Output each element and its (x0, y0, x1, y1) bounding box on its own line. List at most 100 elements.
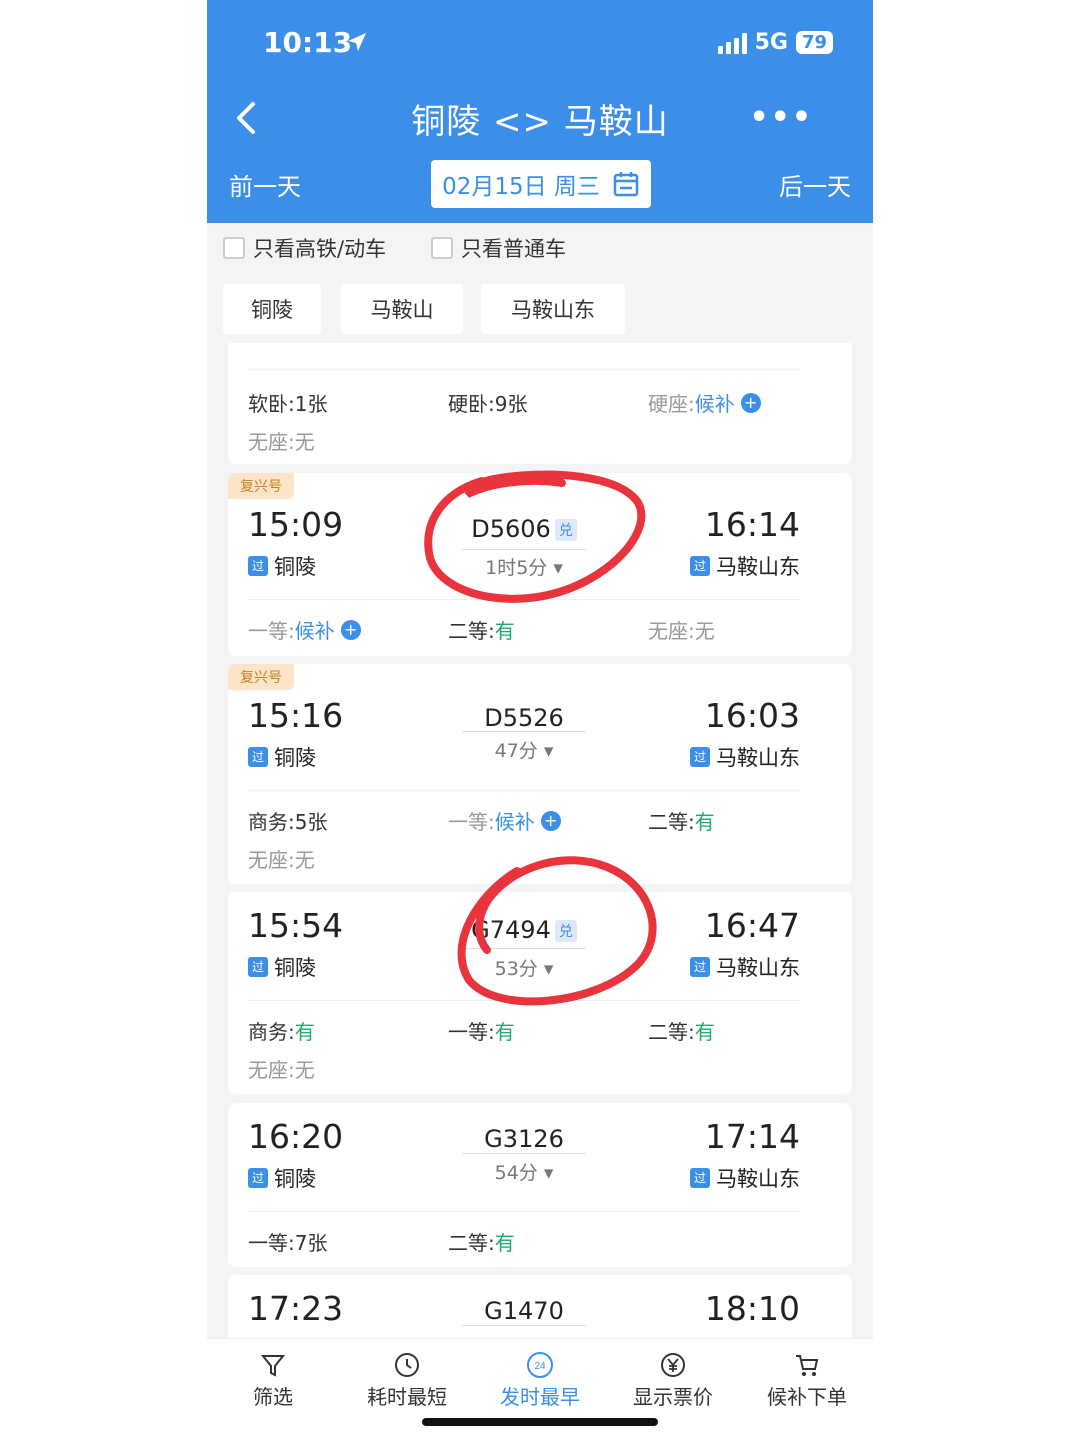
seat-second-class: 二等: 有 (648, 810, 715, 834)
seat-soft-sleeper: 软卧: 1张 (248, 392, 328, 416)
pass-badge: 过 (690, 957, 710, 977)
checkbox-label: 只看普通车 (461, 237, 566, 261)
seat-hard-sleeper: 硬卧: 9张 (448, 392, 528, 416)
battery-icon: 79 (795, 31, 833, 54)
calendar-icon (613, 172, 639, 197)
tab-shortest[interactable]: 耗时最短 (347, 1351, 467, 1410)
arrival-time: 16:14 (704, 505, 800, 544)
train-line (462, 731, 586, 732)
train-card[interactable]: 复兴号 15:09 过铜陵 D5606 兑 1时5分 ▾ 16:14 过马鞍山东 … (228, 473, 852, 656)
normal-only-checkbox[interactable]: 只看普通车 (431, 233, 566, 263)
departure-time: 17:23 (248, 1289, 344, 1328)
divider (248, 1211, 800, 1212)
checkbox-label: 只看高铁/动车 (253, 237, 387, 261)
prev-day-button[interactable]: 前一天 (229, 167, 301, 202)
status-indicators: 5G 79 (717, 30, 833, 55)
train-line (462, 1325, 586, 1326)
seat-second-class: 二等: 有 (648, 1020, 715, 1044)
svg-text:24: 24 (534, 1361, 546, 1372)
divider (248, 790, 800, 791)
train-number[interactable]: D5526 (462, 704, 586, 732)
departure-time: 16:20 (248, 1117, 344, 1156)
departure-station: 过铜陵 (248, 952, 316, 982)
fuxing-tag: 复兴号 (228, 473, 294, 499)
seat-business: 商务: 5张 (248, 810, 328, 834)
high-speed-only-checkbox[interactable]: 只看高铁/动车 (223, 233, 386, 263)
seat-no-seat: 无座: 无 (248, 1058, 315, 1082)
arrival-station: 过马鞍山东 (690, 551, 800, 581)
train-line (462, 549, 586, 550)
fuxing-tag: 复兴号 (228, 664, 294, 690)
seat-second-class: 二等: 有 (448, 1231, 515, 1255)
train-number[interactable]: G7494 兑 (462, 916, 586, 944)
seat-first-class: 一等: 有 (448, 1020, 515, 1044)
filter-row: 只看高铁/动车 只看普通车 (207, 233, 873, 267)
checkbox-icon (431, 237, 453, 259)
divider (248, 369, 800, 370)
train-card[interactable]: 软卧: 1张 硬卧: 9张 硬座: 候补 + 无座: 无 (228, 343, 852, 464)
arrival-station: 过马鞍山东 (690, 742, 800, 772)
phone-screen: 10:13 5G 79 铜陵 <> 马鞍山 ••• 前一天 02月15日 周三 (207, 0, 873, 1440)
train-list[interactable]: 软卧: 1张 硬卧: 9张 硬座: 候补 + 无座: 无 复兴号 15:09 过铜… (207, 343, 873, 1338)
seat-no-seat: 无座: 无 (248, 430, 315, 454)
tab-show-price[interactable]: 显示票价 (613, 1351, 733, 1410)
arrival-station: 过马鞍山东 (690, 952, 800, 982)
train-card[interactable]: 16:20 过铜陵 G3126 54分 ▾ 17:14 过马鞍山东 一等: 7张… (228, 1103, 852, 1267)
home-indicator (422, 1418, 658, 1426)
pass-badge: 过 (248, 1168, 268, 1188)
duration[interactable]: 53分 ▾ (462, 954, 586, 981)
duration[interactable]: 54分 ▾ (462, 1158, 586, 1185)
seat-first-class[interactable]: 一等: 候补 + (248, 615, 361, 644)
pass-badge: 过 (248, 747, 268, 767)
departure-station: 过铜陵 (248, 1163, 316, 1193)
duration[interactable]: 1时5分 ▾ (462, 553, 586, 580)
arrival-station: 过马鞍山东 (690, 1163, 800, 1193)
plus-icon[interactable]: + (540, 810, 561, 831)
signal-icon (717, 32, 747, 54)
next-day-button[interactable]: 后一天 (779, 167, 851, 202)
pass-badge: 过 (690, 556, 710, 576)
duration[interactable]: 47分 ▾ (462, 736, 586, 763)
header: 10:13 5G 79 铜陵 <> 马鞍山 ••• 前一天 02月15日 周三 (207, 0, 873, 223)
plus-icon[interactable]: + (740, 392, 761, 413)
departure-station: 过铜陵 (248, 742, 316, 772)
train-number[interactable]: D5606 兑 (462, 515, 586, 543)
tab-waitlist[interactable]: 候补下单 (747, 1351, 867, 1410)
station-chip-maanshan-east[interactable]: 马鞍山东 (481, 284, 625, 334)
pass-badge: 过 (690, 747, 710, 767)
train-card[interactable]: 15:54 过铜陵 G7494 兑 53分 ▾ 16:47 过马鞍山东 商务: 有… (228, 892, 852, 1094)
pass-badge: 过 (690, 1168, 710, 1188)
tab-filter[interactable]: 筛选 (213, 1351, 333, 1410)
seat-first-class: 一等: 7张 (248, 1231, 328, 1255)
train-card[interactable]: 复兴号 15:16 过铜陵 D5526 47分 ▾ 16:03 过马鞍山东 商务… (228, 664, 852, 884)
seat-hard-seat[interactable]: 硬座: 候补 + (648, 388, 761, 417)
seat-second-class: 二等: 有 (448, 619, 515, 643)
departure-station: 过铜陵 (248, 551, 316, 581)
exchange-badge: 兑 (554, 519, 577, 541)
seat-business: 商务: 有 (248, 1020, 315, 1044)
plus-icon[interactable]: + (340, 619, 361, 640)
network-type: 5G (754, 30, 788, 55)
tab-earliest[interactable]: 24 发时最早 (480, 1351, 600, 1410)
filter-icon (260, 1355, 286, 1377)
train-card[interactable]: 17:23 G1470 18:10 (228, 1275, 852, 1338)
train-line (462, 1153, 586, 1154)
status-time: 10:13 (263, 26, 353, 59)
train-number[interactable]: G1470 (462, 1297, 586, 1325)
date-picker[interactable]: 02月15日 周三 (431, 160, 651, 208)
divider (248, 1000, 800, 1001)
departure-time: 15:54 (248, 906, 344, 945)
divider (248, 599, 800, 600)
more-icon[interactable]: ••• (749, 100, 813, 135)
train-line (462, 948, 586, 949)
seat-first-class[interactable]: 一等: 候补 + (448, 806, 561, 835)
checkbox-icon (223, 237, 245, 259)
location-arrow-icon (345, 30, 369, 60)
station-chip-tongling[interactable]: 铜陵 (223, 284, 321, 334)
train-number[interactable]: G3126 (462, 1125, 586, 1153)
exchange-badge: 兑 (554, 920, 577, 942)
station-chip-maanshan[interactable]: 马鞍山 (341, 284, 463, 334)
arrival-time: 16:03 (704, 696, 800, 735)
departure-time: 15:16 (248, 696, 344, 735)
date-label: 02月15日 周三 (442, 174, 600, 200)
